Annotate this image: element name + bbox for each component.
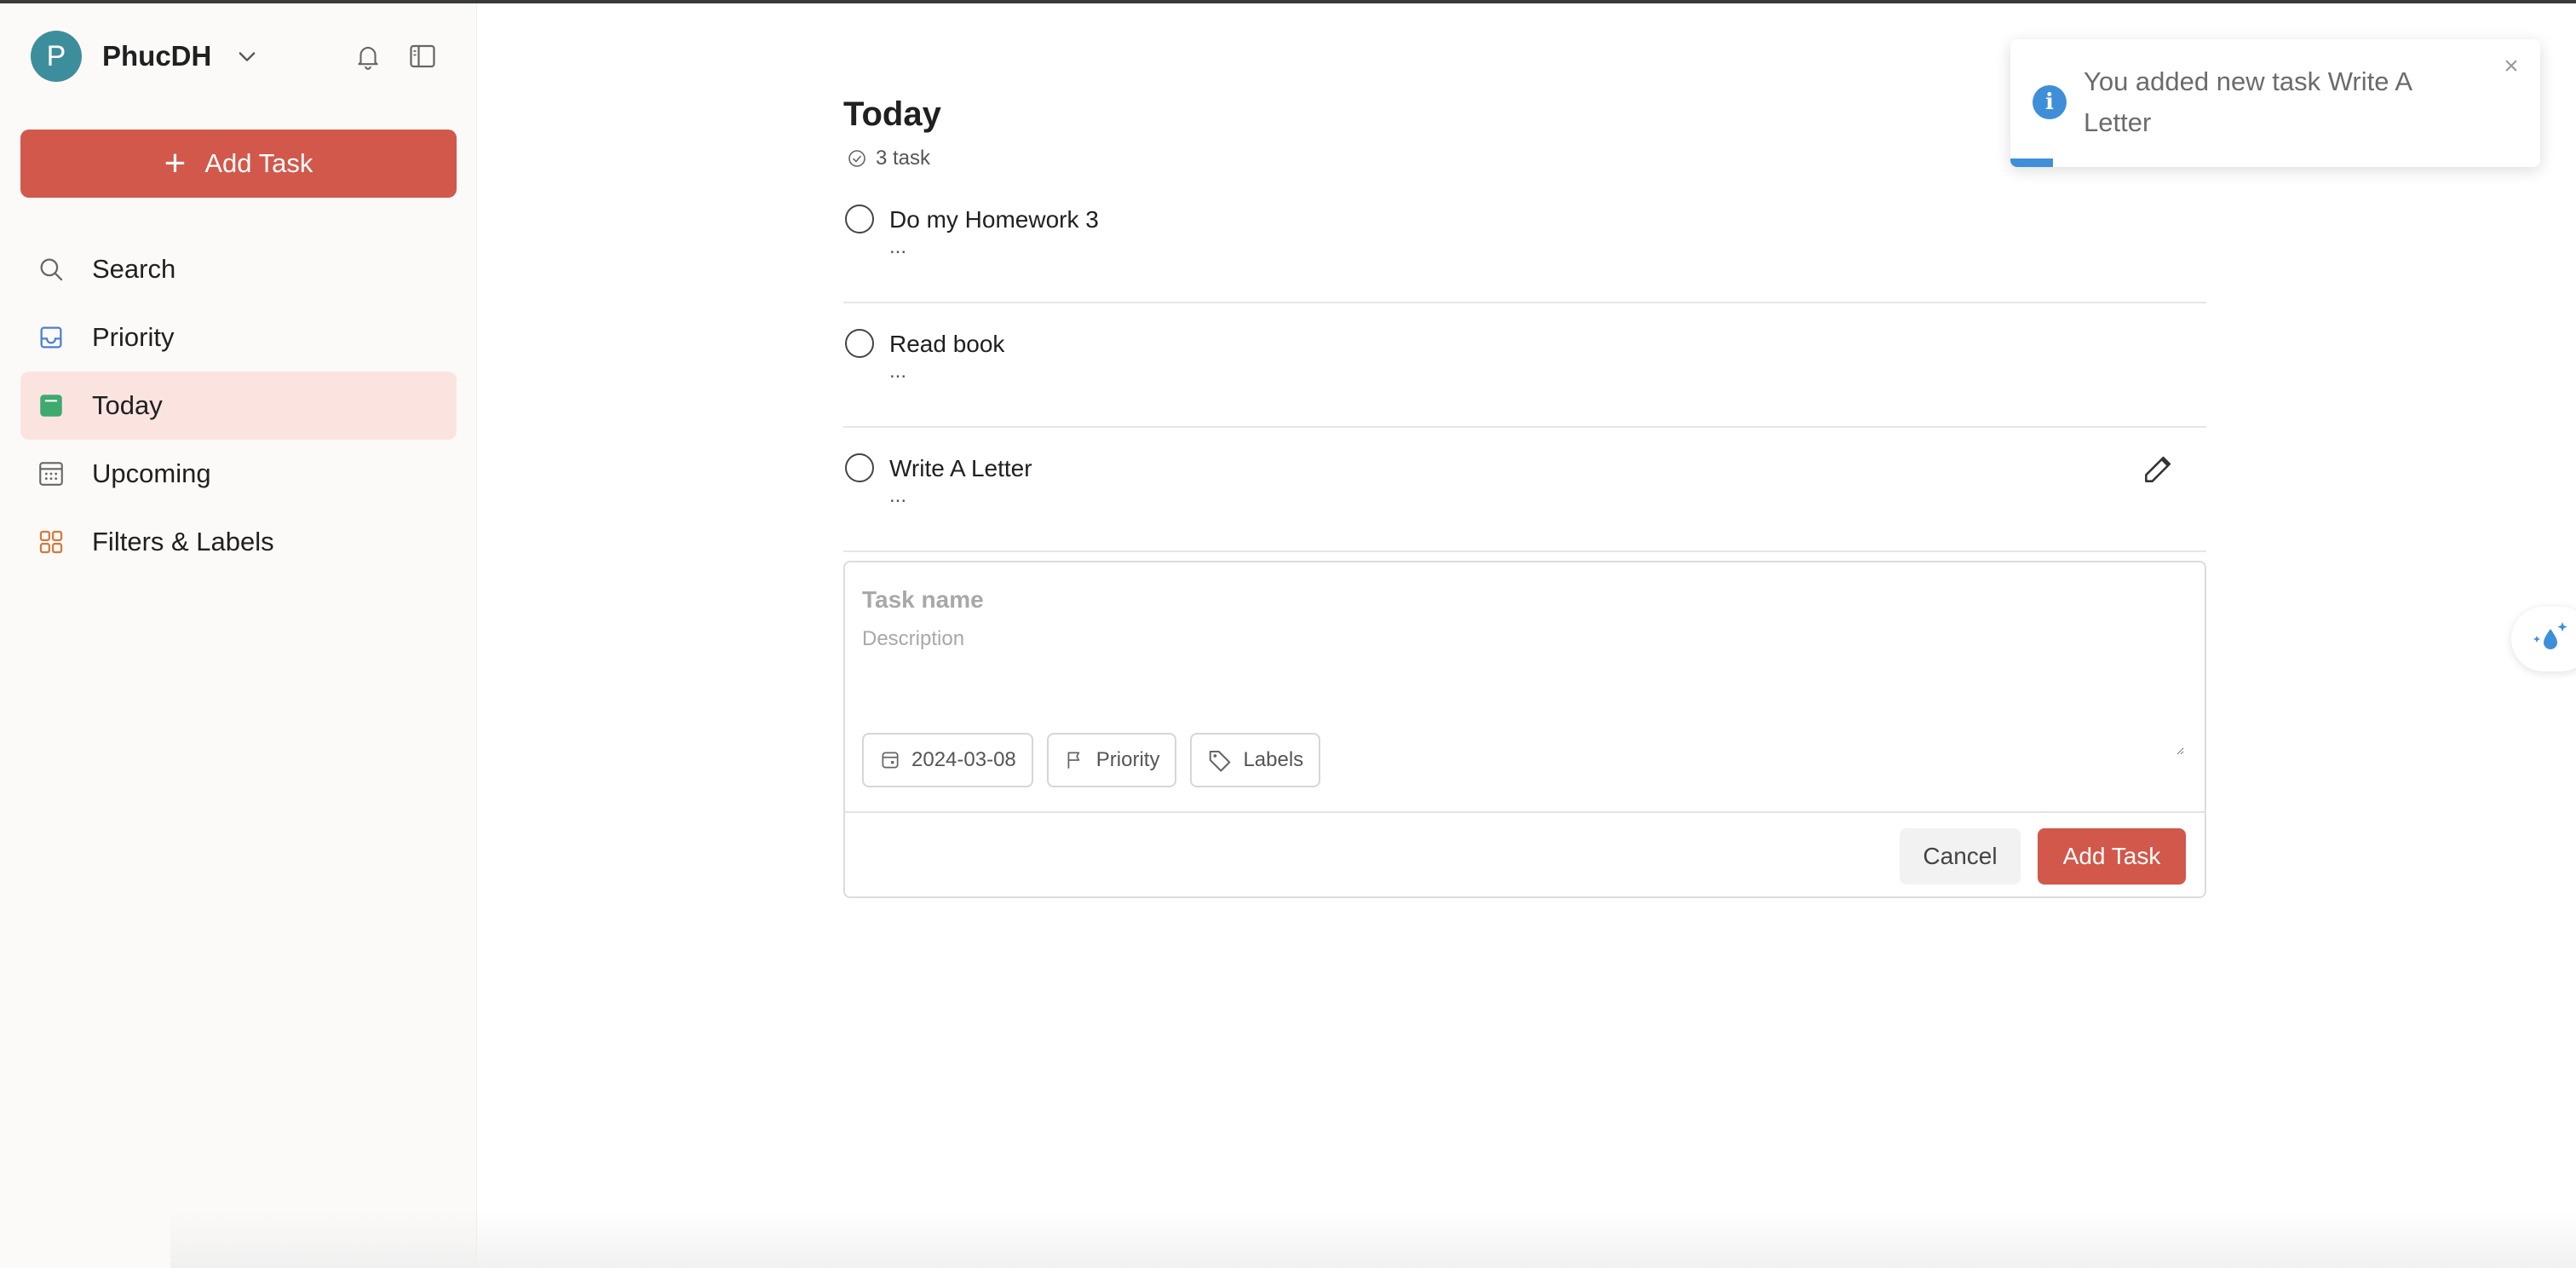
avatar[interactable]: P: [31, 31, 82, 82]
toast-notification: i You added new task Write A Letter ×: [2010, 39, 2540, 167]
toast-progress-bar: [2010, 158, 2053, 167]
sidebar-item-label: Today: [92, 390, 163, 420]
labels-label: Labels: [1243, 748, 1304, 771]
sidebar-item-search[interactable]: Search: [20, 235, 457, 303]
username: PhucDH: [102, 40, 212, 72]
sidebar-item-label: Upcoming: [92, 458, 211, 488]
add-task-button[interactable]: + Add Task: [20, 130, 457, 198]
bell-icon[interactable]: [349, 37, 387, 75]
cancel-button[interactable]: Cancel: [1900, 828, 2021, 885]
calendar-icon: [882, 752, 899, 769]
calendar-grid-icon: [36, 458, 66, 489]
task-item[interactable]: Do my Homework 3 ...: [843, 179, 2206, 303]
due-date-label: 2024-03-08: [911, 748, 1016, 771]
task-editor-footer: Cancel Add Task: [845, 811, 2205, 896]
toast-message: You added new task Write A Letter: [2084, 66, 2412, 137]
sidebar-item-upcoming[interactable]: Upcoming: [20, 440, 457, 508]
task-name: Write A Letter: [889, 455, 1032, 481]
info-icon: i: [2033, 85, 2067, 119]
bottom-shadow: [170, 1210, 2576, 1268]
labels-button[interactable]: Labels: [1190, 733, 1321, 787]
flag-icon: [1067, 752, 1079, 769]
check-circle-icon: [848, 150, 865, 167]
tag-icon: [1210, 751, 1231, 772]
grid-icon: [36, 527, 66, 557]
sidebar-item-today[interactable]: Today: [20, 372, 457, 440]
task-complete-checkbox[interactable]: [845, 453, 874, 482]
chevron-down-icon[interactable]: [233, 43, 261, 70]
task-item[interactable]: Read book ...: [843, 303, 2206, 428]
close-icon[interactable]: ×: [2494, 49, 2528, 84]
task-description: ...: [889, 360, 907, 383]
task-editor-chips: 2024-03-08 Priority Labels: [862, 733, 1321, 787]
task-complete-checkbox[interactable]: [845, 329, 874, 358]
task-item[interactable]: Write A Letter ...: [843, 428, 2206, 552]
task-count-label: 3 task: [876, 147, 931, 170]
inbox-icon: [36, 322, 66, 353]
task-description: ...: [889, 235, 907, 258]
task-description: ...: [889, 484, 907, 507]
sidebar: P PhucDH + Add Task Search Priority Toda…: [0, 3, 477, 1268]
task-count: 3 task: [847, 147, 930, 170]
app-root: P PhucDH + Add Task Search Priority Toda…: [0, 0, 2576, 1268]
add-task-submit-button[interactable]: Add Task: [2038, 828, 2186, 885]
task-editor: 2024-03-08 Priority Labels Cancel Add Ta…: [843, 561, 2206, 898]
search-icon: [36, 254, 66, 285]
plus-icon: +: [164, 142, 187, 184]
priority-label: Priority: [1095, 748, 1160, 771]
floating-assistant-button[interactable]: [2511, 607, 2576, 671]
due-date-button[interactable]: 2024-03-08: [862, 733, 1033, 787]
task-name: Read book: [889, 331, 1005, 357]
priority-button[interactable]: Priority: [1046, 733, 1177, 787]
sidebar-item-filters-labels[interactable]: Filters & Labels: [20, 508, 457, 576]
page-title: Today: [843, 95, 941, 133]
task-name: Do my Homework 3: [889, 206, 1099, 233]
sidebar-item-label: Priority: [92, 322, 175, 352]
calendar-today-icon: [36, 390, 66, 421]
task-complete-checkbox[interactable]: [845, 205, 874, 233]
sidebar-item-priority[interactable]: Priority: [20, 303, 457, 372]
sidebar-item-label: Search: [92, 254, 176, 284]
task-name-input[interactable]: [862, 586, 2140, 614]
user-menu[interactable]: P PhucDH: [31, 29, 261, 84]
edit-pencil-icon[interactable]: [2140, 450, 2177, 487]
sparkle-drop-icon: [2533, 622, 2567, 649]
add-task-label: Add Task: [204, 148, 313, 178]
sidebar-nav: Search Priority Today Upcoming Filters &…: [20, 235, 457, 576]
sidebar-toggle-icon[interactable]: [404, 37, 441, 75]
sidebar-item-label: Filters & Labels: [92, 527, 274, 556]
